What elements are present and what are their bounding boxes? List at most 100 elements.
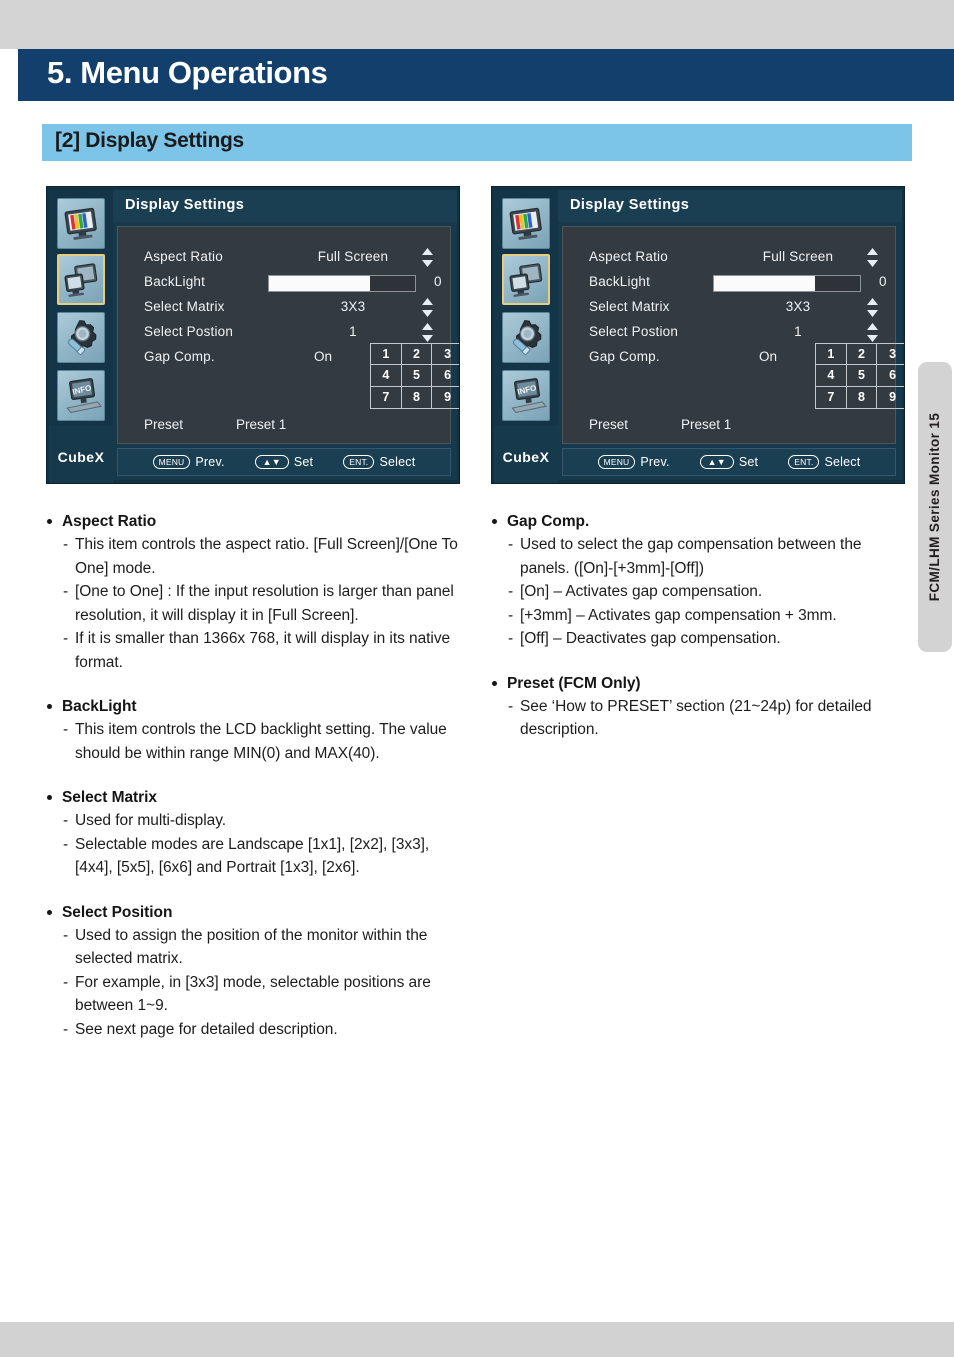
osd-hint-action: Select xyxy=(824,455,861,469)
position-grid-cell[interactable]: 1 xyxy=(816,344,847,366)
cubex-logo: CubeX xyxy=(494,426,558,483)
side-tab-label-wrap: FCM/LHM Series Monitor 15 xyxy=(918,362,952,652)
aspect-ratio-value: Full Screen xyxy=(762,249,834,264)
description-block: Select PositionUsed to assign the positi… xyxy=(44,901,469,1042)
gap-comp-value: On xyxy=(314,349,333,364)
osd-inner: INFO CubeX Display Settings Aspect Ratio Fu… xyxy=(49,190,459,483)
description-item: [Off] – Deactivates gap compensation. xyxy=(489,627,914,651)
select-matrix-label: Select Matrix xyxy=(144,299,225,314)
position-grid-cell[interactable]: 3 xyxy=(877,344,904,366)
gap-comp-label: Gap Comp. xyxy=(589,349,660,364)
description-heading: BackLight xyxy=(44,695,469,718)
description-heading: Select Position xyxy=(44,901,469,924)
position-grid-cell[interactable]: 1 xyxy=(371,344,402,366)
display-settings-icon[interactable] xyxy=(57,254,105,305)
osd-row-backlight[interactable]: BackLight 0 xyxy=(563,271,895,296)
backlight-slider[interactable] xyxy=(268,275,416,292)
preset-value: Preset 1 xyxy=(681,417,732,432)
aspect-ratio-updown-icon[interactable] xyxy=(421,248,434,267)
description-column-right: Gap Comp.Used to select the gap compensa… xyxy=(489,510,914,763)
osd-hint-key: MENU xyxy=(152,455,191,469)
description-item: [On] – Activates gap compensation. xyxy=(489,580,914,604)
osd-hint-key: ▲▼ xyxy=(699,455,734,469)
osd-row-select-matrix[interactable]: Select Matrix 3X3 xyxy=(118,296,450,321)
select-matrix-label: Select Matrix xyxy=(589,299,670,314)
gap-comp-value: On xyxy=(759,349,778,364)
position-grid-cell[interactable]: 6 xyxy=(877,365,904,387)
backlight-value: 0 xyxy=(434,274,442,289)
picture-settings-icon[interactable] xyxy=(502,198,550,249)
description-block: Aspect RatioThis item controls the aspec… xyxy=(44,510,469,674)
position-grid-cell[interactable]: 7 xyxy=(816,386,847,408)
aspect-ratio-value: Full Screen xyxy=(317,249,389,264)
osd-hint: ENT. Select xyxy=(788,455,860,469)
osd-screenshot-left: INFO CubeX Display Settings Aspect Ratio Fu… xyxy=(46,186,460,484)
aspect-ratio-updown-icon[interactable] xyxy=(866,248,879,267)
position-grid-cell[interactable]: 2 xyxy=(846,344,878,366)
select-position-updown-icon[interactable] xyxy=(421,323,434,342)
description-item: Used to assign the position of the monit… xyxy=(44,924,469,971)
display-settings-icon[interactable] xyxy=(502,254,550,305)
osd-hint-key: MENU xyxy=(597,455,636,469)
position-grid-cell[interactable]: 9 xyxy=(877,387,904,408)
position-grid-cell[interactable]: 6 xyxy=(432,365,459,387)
position-grid-cell[interactable]: 3 xyxy=(432,344,459,366)
position-grid-cell[interactable]: 4 xyxy=(816,365,847,387)
osd-title: Display Settings xyxy=(570,197,690,213)
select-position-updown-icon[interactable] xyxy=(866,323,879,342)
position-grid-cell[interactable]: 8 xyxy=(847,386,878,408)
information-icon[interactable]: INFO xyxy=(502,370,550,421)
osd-inner: INFO CubeX Display Settings Aspect Ratio Fu… xyxy=(494,190,904,483)
page-top-band xyxy=(0,0,954,49)
osd-row-backlight[interactable]: BackLight 0 xyxy=(118,271,450,296)
preset-label: Preset xyxy=(589,417,629,432)
position-grid-cell[interactable]: 7 xyxy=(371,386,402,408)
position-grid-cell[interactable]: 5 xyxy=(401,365,433,387)
position-grid: 123 456 789 xyxy=(370,343,459,409)
side-tab-label: FCM/LHM Series Monitor 15 xyxy=(927,412,942,602)
description-item: [+3mm] – Activates gap compensation + 3m… xyxy=(489,604,914,628)
description-item: Used to select the gap compensation betw… xyxy=(489,533,914,580)
preset-value: Preset 1 xyxy=(236,417,287,432)
description-heading: Select Matrix xyxy=(44,786,469,809)
select-position-label: Select Postion xyxy=(589,324,679,339)
osd-footer-hints: MENU Prev. ▲▼ Set ENT. Select xyxy=(562,448,896,476)
osd-hint: ▲▼ Set xyxy=(254,455,314,469)
osd-menu-body: Aspect Ratio Full Screen BackLight 0 Select… xyxy=(117,226,459,444)
select-matrix-updown-icon[interactable] xyxy=(421,298,434,317)
cubex-logo: CubeX xyxy=(49,426,113,483)
position-grid-cell[interactable]: 9 xyxy=(432,387,459,408)
select-position-value: 1 xyxy=(794,324,802,339)
osd-row-aspect-ratio[interactable]: Aspect Ratio Full Screen xyxy=(563,246,895,271)
osd-hint-action: Set xyxy=(738,455,759,469)
select-matrix-updown-icon[interactable] xyxy=(866,298,879,317)
position-grid-cell[interactable]: 5 xyxy=(846,365,878,387)
osd-hint: ▲▼ Set xyxy=(699,455,759,469)
picture-settings-icon[interactable] xyxy=(57,198,105,249)
description-item: Selectable modes are Landscape [1x1], [2… xyxy=(44,833,469,880)
position-grid-cell[interactable]: 8 xyxy=(402,386,433,408)
preset-label: Preset xyxy=(144,417,184,432)
description-heading: Preset (FCM Only) xyxy=(489,672,914,695)
position-grid-cell[interactable]: 4 xyxy=(371,365,402,387)
osd-titlebar: Display Settings xyxy=(113,190,457,222)
osd-row-preset[interactable]: Preset Preset 1 xyxy=(563,414,895,439)
osd-row-preset[interactable]: Preset Preset 1 xyxy=(118,414,450,439)
description-block: Preset (FCM Only)See ‘How to PRESET’ sec… xyxy=(489,672,914,742)
information-icon[interactable]: INFO xyxy=(57,370,105,421)
description-item: Used for multi-display. xyxy=(44,809,469,833)
osd-icon-sidebar: INFO CubeX xyxy=(494,190,558,483)
osd-hint: ENT. Select xyxy=(343,455,415,469)
select-position-label: Select Postion xyxy=(144,324,234,339)
osd-row-select-matrix[interactable]: Select Matrix 3X3 xyxy=(563,296,895,321)
tool-settings-icon[interactable] xyxy=(502,312,550,363)
position-grid-cell[interactable]: 2 xyxy=(401,344,433,366)
description-heading: Gap Comp. xyxy=(489,510,914,533)
osd-row-aspect-ratio[interactable]: Aspect Ratio Full Screen xyxy=(118,246,450,271)
tool-settings-icon[interactable] xyxy=(57,312,105,363)
backlight-slider[interactable] xyxy=(713,275,861,292)
backlight-label: BackLight xyxy=(144,274,206,289)
osd-hint-key: ▲▼ xyxy=(254,455,289,469)
backlight-slider-fill xyxy=(714,276,815,291)
section-title: [2] Display Settings xyxy=(55,129,244,152)
